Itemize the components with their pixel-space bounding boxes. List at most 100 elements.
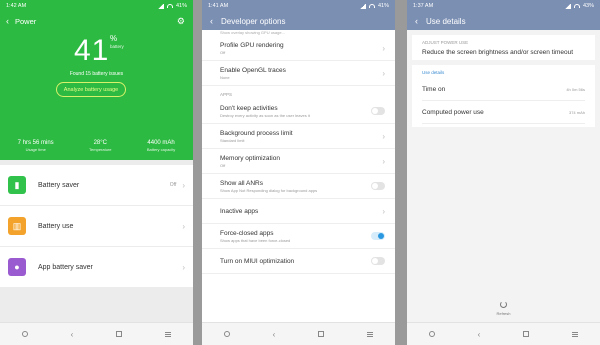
use-details-screen: 1:37 AM 43% ‹ Use details ADJUST POWER U…: [407, 0, 600, 345]
battery-saver-icon: ▮: [8, 176, 26, 194]
settings-row[interactable]: Enable OpenGL traces None ›: [202, 61, 395, 86]
back-nav-icon[interactable]: ‹: [478, 330, 481, 339]
status-time: 1:42 AM: [6, 3, 27, 9]
signal-icon: [157, 3, 164, 9]
battery-summary: 1:42 AM 41% ‹ Power ⚙ 41 % battery Found…: [0, 0, 193, 160]
battery-caption: battery: [110, 44, 124, 49]
row-subtitle: Off: [220, 49, 226, 55]
detail-row: Time on 4h 0m 56s: [422, 78, 585, 101]
status-bar: 1:41 AM 41%: [202, 0, 395, 12]
back-arrow-icon[interactable]: ‹: [415, 16, 418, 26]
row-title: Background process limit: [220, 129, 293, 137]
settings-row[interactable]: Turn on MIUI optimization: [202, 249, 395, 274]
section-header: Use details: [422, 70, 445, 75]
section-header: ADJUST POWER USE: [422, 40, 469, 45]
analyze-battery-button[interactable]: Analyze battery usage: [56, 82, 126, 97]
row-title: Time on: [422, 85, 446, 93]
assistant-icon[interactable]: [428, 331, 435, 337]
refresh-icon: [500, 301, 507, 308]
row-title: Turn on MIUI optimization: [220, 257, 295, 265]
settings-row[interactable]: Inactive apps ›: [202, 199, 395, 224]
status-battery-text: 43%: [582, 3, 594, 9]
menu-icon[interactable]: [572, 331, 579, 337]
row-title: Don't keep activities: [220, 104, 278, 112]
stat-temperature: 28°C Temperature: [89, 140, 111, 152]
refresh-label: Refresh: [496, 311, 511, 316]
settings-row[interactable]: Background process limit Standard limit ›: [202, 124, 395, 149]
signal-icon: [564, 3, 571, 9]
back-nav-icon[interactable]: ‹: [71, 330, 74, 339]
battery-use-item[interactable]: ▥ Battery use ›: [0, 206, 193, 246]
app-battery-saver-icon: ●: [8, 258, 26, 276]
status-bar: 1:42 AM 41%: [0, 0, 193, 12]
row-subtitle: Standard limit: [220, 137, 245, 143]
back-nav-icon[interactable]: ‹: [273, 330, 276, 339]
settings-row[interactable]: Profile GPU rendering Off ›: [202, 36, 395, 61]
item-label: Battery saver: [38, 181, 80, 189]
back-arrow-icon[interactable]: ‹: [6, 16, 9, 26]
section-header-apps: APPS: [220, 92, 233, 97]
home-icon[interactable]: [523, 331, 530, 337]
percent-sign: %: [110, 34, 118, 43]
row-value: 374 mAh: [568, 109, 585, 115]
signal-icon: [359, 3, 366, 9]
back-arrow-icon[interactable]: ‹: [210, 16, 213, 26]
adjust-suggestion[interactable]: Reduce the screen brightness and/or scre…: [422, 48, 585, 57]
row-title: Profile GPU rendering: [220, 41, 284, 49]
row-title: Computed power use: [422, 108, 484, 116]
settings-row[interactable]: Show all ANRs Show App Not Responding dia…: [202, 174, 395, 199]
assistant-icon[interactable]: [21, 331, 28, 337]
battery-percent: 41: [74, 34, 110, 67]
row-title: Enable OpenGL traces: [220, 66, 286, 74]
stat-value: 28°C: [93, 140, 107, 146]
chevron-right-icon: ›: [182, 262, 185, 272]
chevron-right-icon: ›: [182, 221, 185, 231]
toggle-switch[interactable]: [371, 107, 385, 115]
stat-capacity: 4400 mAh Battery capacity: [147, 140, 175, 152]
chevron-right-icon: ›: [382, 156, 385, 166]
status-battery-text: 41%: [377, 3, 389, 9]
stat-caption: Battery capacity: [146, 147, 176, 152]
assistant-icon[interactable]: [223, 331, 230, 337]
chevron-right-icon: ›: [382, 206, 385, 216]
wifi-icon: [368, 4, 375, 8]
menu-icon[interactable]: [165, 331, 172, 337]
app-battery-saver-item[interactable]: ● App battery saver ›: [0, 247, 193, 287]
detail-row: Computed power use 374 mAh: [422, 101, 585, 124]
nav-bar: ‹: [0, 322, 193, 345]
row-subtitle: None: [220, 74, 230, 80]
home-icon[interactable]: [116, 331, 123, 337]
use-details-card: Use details Time on 4h 0m 56s Computed p…: [412, 65, 595, 127]
app-bar: 1:37 AM 43% ‹ Use details: [407, 0, 600, 30]
item-label: Battery use: [38, 222, 74, 230]
stat-caption: Temperature: [89, 147, 112, 152]
toggle-switch[interactable]: [371, 257, 385, 265]
home-icon[interactable]: [318, 331, 325, 337]
page-title: Developer options: [221, 16, 286, 26]
stat-value: 7 hrs 56 mins: [17, 140, 54, 146]
settings-row[interactable]: Memory optimization Off ›: [202, 149, 395, 174]
settings-row[interactable]: Force-closed apps Show apps that have bee…: [202, 224, 395, 249]
menu-icon[interactable]: [367, 331, 374, 337]
gear-icon[interactable]: ⚙: [177, 16, 185, 26]
row-subtitle: Off: [220, 162, 226, 168]
status-bar: 1:37 AM 43%: [407, 0, 600, 12]
stat-value: 4400 mAh: [147, 140, 175, 146]
row-title: Memory optimization: [220, 154, 280, 162]
item-label: App battery saver: [38, 263, 93, 271]
toggle-switch[interactable]: [371, 182, 385, 190]
stat-caption: Usage time: [25, 147, 46, 152]
refresh-button[interactable]: Refresh: [407, 301, 600, 316]
chevron-right-icon: ›: [182, 180, 185, 190]
settings-row[interactable]: Don't keep activities Destroy every activ…: [202, 99, 395, 124]
page-title: Use details: [426, 16, 466, 26]
developer-options-screen: 1:41 AM 41% ‹ Developer options Show ove…: [202, 0, 395, 345]
battery-saver-item[interactable]: ▮ Battery saver Off ›: [0, 165, 193, 205]
power-options-list: ▮ Battery saver Off › ▥ Battery use › ● …: [0, 165, 193, 288]
toggle-switch[interactable]: [371, 232, 385, 240]
app-bar: 1:41 AM 41% ‹ Developer options: [202, 0, 395, 30]
power-screen: 1:42 AM 41% ‹ Power ⚙ 41 % battery Found…: [0, 0, 193, 345]
row-title: Inactive apps: [220, 207, 259, 215]
row-subtitle: Show App Not Responding dialog for backg…: [220, 187, 318, 193]
row-title: Show all ANRs: [220, 179, 263, 187]
